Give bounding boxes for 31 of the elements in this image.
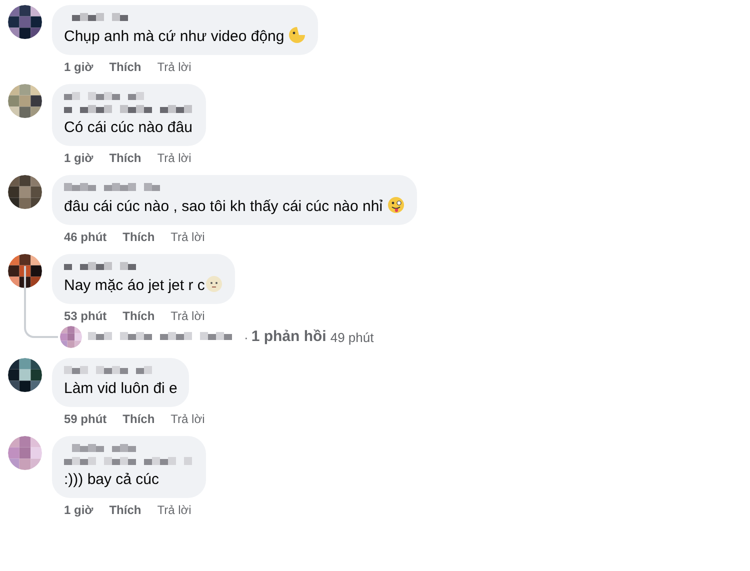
comment-text: Chụp anh mà cứ như video động [64,28,284,45]
like-link[interactable]: Thích [109,502,142,518]
like-link[interactable]: Thích [109,150,142,166]
like-link[interactable]: Thích [109,59,142,75]
timestamp: 59 phút [64,410,107,426]
reply-link[interactable]: Trả lời [157,59,192,75]
comment-text: Làm vid luôn đi e [64,380,178,396]
comment-text: Nay mặc áo jet jet r c [64,277,205,294]
reply-time: 49 phút [330,328,374,347]
reply-link[interactable]: Trả lời [157,502,192,518]
reply-link[interactable]: Trả lời [170,229,205,245]
reply-link[interactable]: Trả lời [170,308,205,324]
comment-text: Có cái cúc nào đâu [64,119,192,136]
crescent-emoji-icon [288,26,306,44]
reply-link[interactable]: Trả lời [170,410,205,426]
timestamp: 46 phút [64,229,107,245]
reply-link[interactable]: Trả lời [157,150,192,166]
comment-text: đâu cái cúc nào , sao tôi kh thấy cái cúc nào nhỉ [64,198,383,215]
like-link[interactable]: Thích [122,410,155,426]
timestamp: 1 giờ [64,59,94,75]
like-link[interactable]: Thích [122,308,155,324]
tongue-emoji-icon [386,196,405,214]
moon-face-emoji-icon [204,275,223,293]
timestamp: 1 giờ [64,150,94,166]
timestamp: 1 giờ [64,502,94,518]
thread-line [24,266,58,338]
dot-separator: · [244,328,248,346]
timestamp: 53 phút [64,308,107,324]
like-link[interactable]: Thích [122,229,155,245]
replies-link[interactable]: 1 phản hồi [251,326,326,348]
comment-text: :))) bay cả cúc [64,470,160,488]
